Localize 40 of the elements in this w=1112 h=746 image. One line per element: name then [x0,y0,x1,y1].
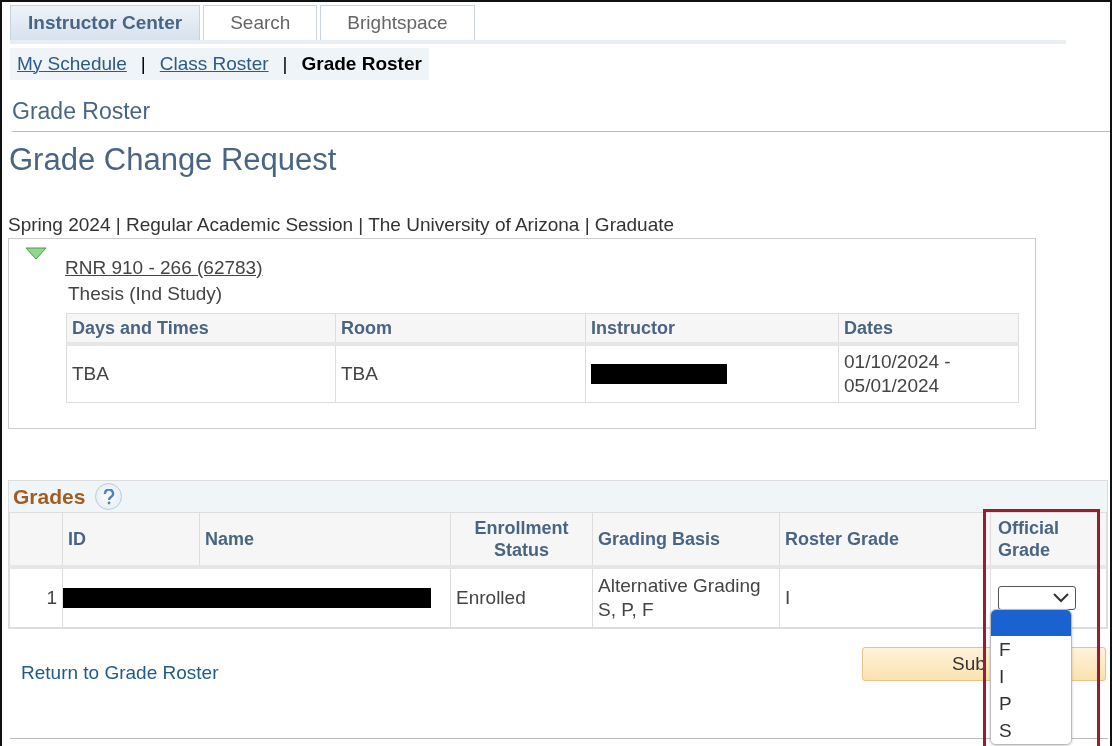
separator: | [140,53,146,75]
collapse-triangle-icon[interactable] [25,247,47,260]
column-header: Dates [838,313,1019,344]
nav-link[interactable]: My Schedule [17,53,127,75]
dropdown-option[interactable]: P [991,690,1071,717]
help-icon[interactable] [95,483,123,510]
section-title: Grades [13,484,86,509]
page-title: Grade Roster [12,98,1110,132]
table-cell: TBA [66,344,336,403]
column-header: Name [199,512,451,567]
table-cell: 01/10/2024 - 05/01/2024 [838,344,1019,403]
column-header: Instructor [585,313,839,344]
chevron-down-icon [1053,593,1069,603]
tab[interactable]: Search [203,5,318,40]
table-cell: Enrolled [450,567,593,628]
dropdown-option[interactable]: I [991,663,1071,690]
column-header: ID [62,512,200,567]
table-cell: Alternative Grading S, P, F [592,567,780,628]
tab[interactable]: Instructor Center [10,5,201,40]
return-link[interactable]: Return to Grade Roster [21,662,219,684]
page-heading: Grade Change Request [9,142,338,178]
course-link[interactable]: RNR 910 - 266 (62783) [65,257,1015,279]
column-header: Days and Times [66,313,336,344]
column-header: Room [335,313,586,344]
dropdown-option[interactable]: S [991,717,1071,744]
table-cell: TBA [335,344,586,403]
column-header: Official Grade [990,512,1107,567]
dropdown-option[interactable]: F [991,636,1071,663]
column-header: Roster Grade [779,512,991,567]
nav-link[interactable]: Grade Roster [301,53,422,75]
column-header: Enrollment Status [450,512,593,567]
term-info: Spring 2024 | Regular Academic Session | The University of Arizona | Graduate [8,214,676,236]
nav-link[interactable]: Class Roster [159,53,269,75]
grade-dropdown[interactable] [998,586,1076,610]
column-header: Grading Basis [592,512,780,567]
tab[interactable]: Brightspace [320,5,475,40]
table-cell: I [779,567,991,628]
course-description: Thesis (Ind Study) [68,283,224,305]
row-number: 1 [9,567,63,628]
separator: | [282,53,288,75]
